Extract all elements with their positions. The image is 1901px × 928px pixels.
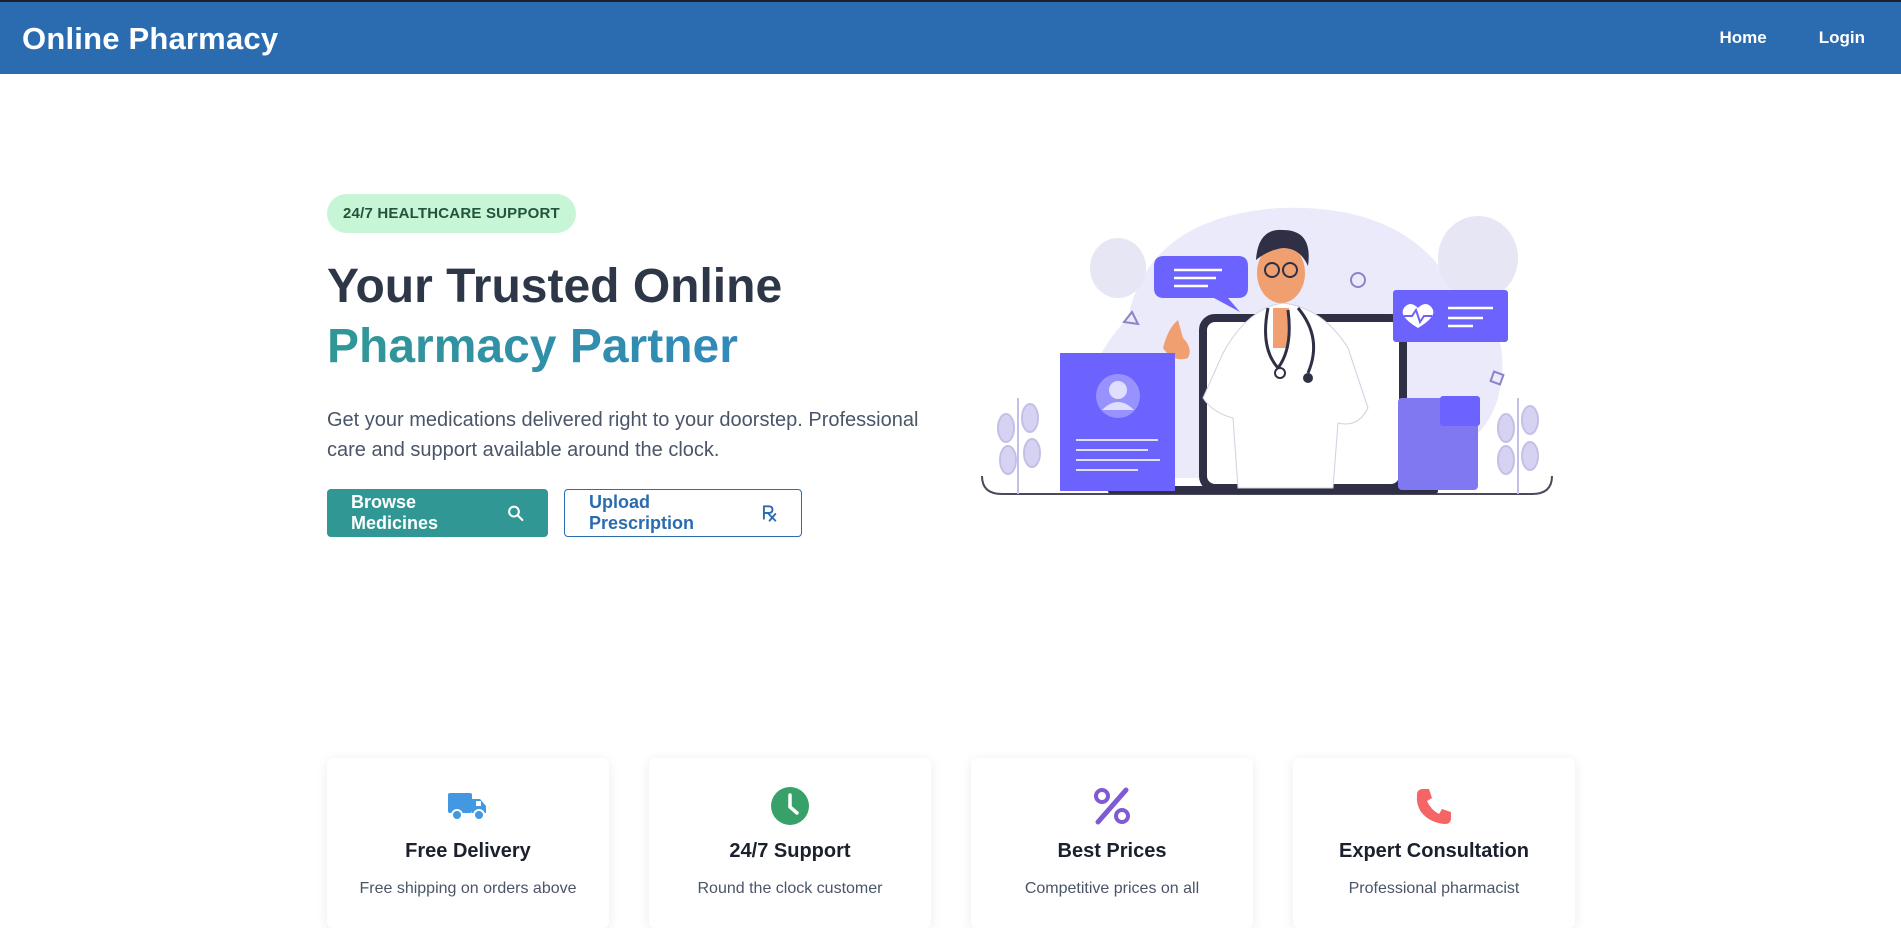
upload-prescription-label: Upload Prescription [589,492,695,533]
hero-description: Get your medications delivered right to … [327,409,919,461]
top-navbar: Online Pharmacy Home Login [0,0,1901,74]
brand-logo-text[interactable]: Online Pharmacy [22,21,278,57]
feature-card-prices: Best Prices Competitive prices on all [971,758,1253,928]
doctor-illustration [978,198,1556,498]
clock-icon [771,787,809,825]
support-badge: 24/7 HEALTHCARE SUPPORT [327,194,576,233]
phone-icon [1416,789,1451,824]
features-section: Free Delivery Free shipping on orders ab… [327,758,1575,928]
percent-icon [1094,787,1130,825]
hero-section: 24/7 HEALTHCARE SUPPORT Your Trusted Onl… [327,194,947,537]
feature-card-support: 24/7 Support Round the clock customer [649,758,931,928]
feature-card-delivery: Free Delivery Free shipping on orders ab… [327,758,609,928]
feature-description: Round the clock customer [697,880,883,897]
feature-title: Free Delivery [405,840,531,862]
prescription-icon [762,505,777,522]
feature-card-consultation: Expert Consultation Professional pharmac… [1293,758,1575,928]
nav-login-link[interactable]: Login [1819,28,1865,48]
feature-title: Best Prices [1057,840,1167,862]
hero-headline: Your Trusted Online Pharmacy Partner [327,257,947,377]
search-icon [508,505,524,522]
upload-prescription-button[interactable]: Upload Prescription [564,489,802,537]
headline-line-1: Your Trusted Online [327,260,783,313]
headline-line-2: Pharmacy Partner [327,317,947,377]
nav-home-link[interactable]: Home [1720,28,1767,48]
main-nav: Home Login [1720,2,1866,74]
browse-medicines-label: Browse Medicines [351,492,439,533]
feature-description: Free shipping on orders above [359,880,577,897]
feature-description: Professional pharmacist [1348,880,1520,897]
feature-title: Expert Consultation [1338,840,1529,862]
truck-icon [448,793,486,821]
feature-title: 24/7 Support [729,840,851,862]
hero-actions: Browse Medicines Upload Prescription [327,489,947,537]
browse-medicines-button[interactable]: Browse Medicines [327,489,548,537]
feature-description: Competitive prices on all [1024,880,1200,897]
